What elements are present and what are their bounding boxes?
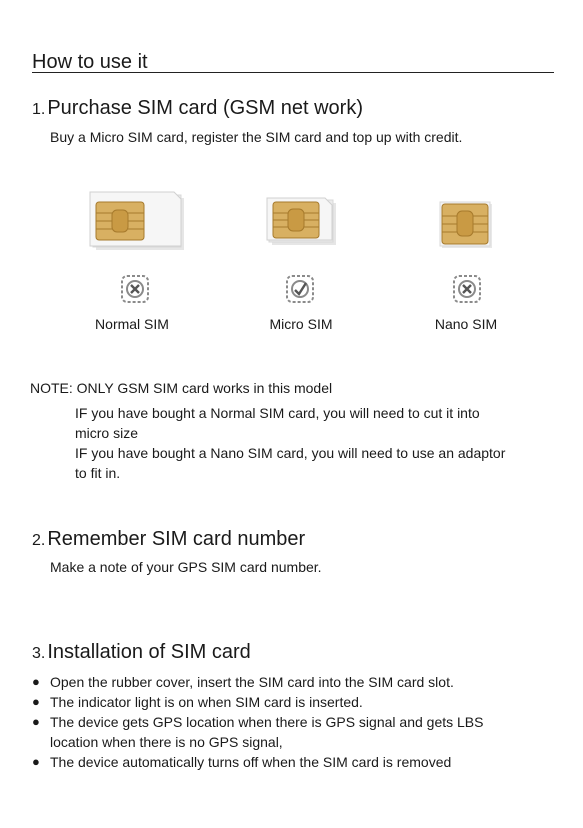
list-item: ● The device gets GPS location when ther… [32,712,552,752]
normal-sim-card-image [89,191,184,250]
note-line: to fit in. [75,465,121,481]
list-item-text: The device automatically turns off when … [50,754,452,770]
page-title: How to use it [32,51,148,73]
list-item-text: The device gets GPS location when there … [50,712,483,752]
note-line: IF you have bought a Normal SIM card, yo… [75,405,480,421]
note-details: IF you have bought a Normal SIM card, yo… [75,403,555,483]
list-item-text: The indicator light is on when SIM card … [50,694,363,710]
section-2-number: 2. [32,532,46,549]
bullet-icon: ● [32,754,40,769]
sim-label-nano: Nano SIM [434,316,498,332]
nano-sim-card-image [439,201,492,248]
section-2-title: Remember SIM card number [47,528,306,550]
title-underline [32,72,554,73]
list-item: ● The indicator light is on when SIM car… [32,692,552,712]
sim-label-normal: Normal SIM [95,316,169,332]
note-line: IF you have bought a Nano SIM card, you … [75,445,506,461]
section-1-description: Buy a Micro SIM card, register the SIM c… [50,129,463,145]
section-3-heading: 3. Installation of SIM card [32,641,251,664]
bullet-icon: ● [32,714,40,729]
section-3-title: Installation of SIM card [47,641,251,663]
installation-steps-list: ● Open the rubber cover, insert the SIM … [32,672,552,772]
note-heading: NOTE: ONLY GSM SIM card works in this mo… [30,380,333,396]
sim-label-micro: Micro SIM [269,316,333,332]
section-1-heading: 1. Purchase SIM card (GSM net work) [32,97,363,120]
list-item-line: location when there is no GPS signal, [50,734,283,750]
cross-icon [453,275,481,303]
section-2-heading: 2. Remember SIM card number [32,528,305,551]
section-1-title: Purchase SIM card (GSM net work) [47,97,363,119]
list-item: ● The device automatically turns off whe… [32,752,552,772]
list-item: ● Open the rubber cover, insert the SIM … [32,672,552,692]
section-3-number: 3. [32,645,46,662]
bullet-icon: ● [32,674,40,689]
bullet-icon: ● [32,694,40,709]
micro-sim-card-image [266,197,336,245]
section-1-number: 1. [32,101,46,118]
list-item-line: The device gets GPS location when there … [50,714,484,730]
list-item-text: Open the rubber cover, insert the SIM ca… [50,674,454,690]
cross-icon [121,275,149,303]
check-icon [286,275,314,303]
note-line: micro size [75,425,139,441]
section-2-description: Make a note of your GPS SIM card number. [50,559,322,575]
